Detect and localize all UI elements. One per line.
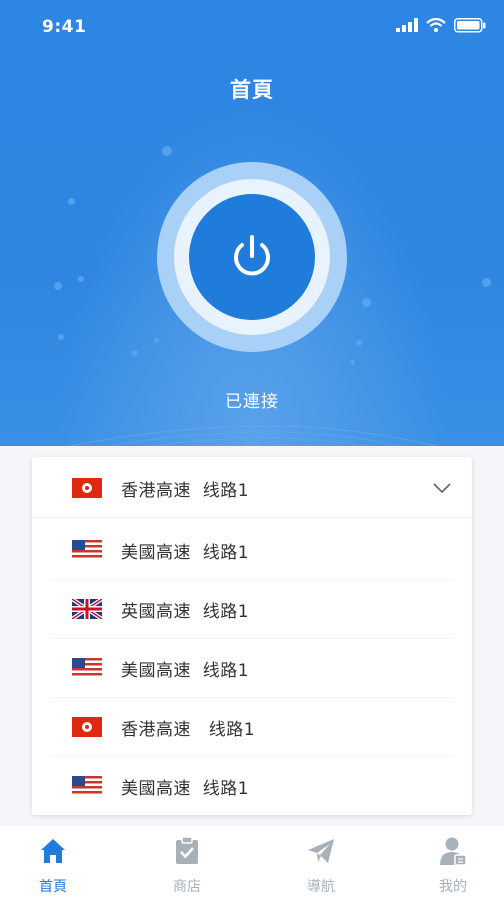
wifi-icon [426, 18, 446, 32]
decor-dot [362, 298, 371, 307]
tab-store[interactable]: 商店 [124, 826, 250, 900]
power-button[interactable] [189, 194, 315, 320]
tab-label: 商店 [173, 879, 201, 895]
server-option-label: 香港高速 线路1 [121, 719, 256, 740]
server-option-label: 英國高速 线路1 [121, 601, 250, 622]
server-select[interactable]: 香港高速 线路1 [32, 459, 472, 518]
server-option[interactable]: 香港高速 线路1 [32, 698, 472, 756]
connection-status: 已連接 [225, 392, 279, 412]
hong-kong-flag [72, 717, 102, 737]
server-option-label: 美國高速 线路1 [121, 542, 250, 563]
hong-kong-flag [72, 478, 102, 498]
tab-navigation[interactable]: 導航 [258, 826, 384, 900]
server-dropdown: 香港高速 线路1 美國高速 线路1 英國高速 线路1 美國高速 线路1 香港高速… [32, 457, 472, 815]
decor-dot [78, 276, 84, 282]
status-icons [396, 15, 486, 35]
decor-dot [154, 338, 159, 343]
chevron-down-icon[interactable] [432, 482, 452, 494]
home-icon [41, 839, 65, 863]
decor-dot [482, 278, 491, 287]
uk-flag [72, 599, 102, 619]
clipboard-icon [176, 836, 198, 864]
decor-dot [350, 360, 355, 365]
server-option[interactable]: 英國高速 线路1 [32, 580, 472, 638]
server-option-label: 美國高速 线路1 [121, 660, 250, 681]
tab-label: 我的 [439, 879, 467, 895]
tab-label: 導航 [307, 879, 335, 895]
tab-bar: 首頁 商店 導航 我的 [0, 826, 504, 900]
status-time: 9:41 [42, 17, 87, 37]
decor-dot [68, 198, 75, 205]
power-icon [234, 235, 270, 276]
decor-dot [54, 282, 62, 290]
page-title: 首頁 [230, 78, 274, 102]
tab-label: 首頁 [39, 879, 67, 895]
tab-home[interactable]: 首頁 [0, 826, 116, 900]
decor-dot [132, 350, 138, 356]
server-option[interactable]: 美國高速 线路1 [32, 639, 472, 697]
decor-dot [356, 340, 362, 346]
decor-dot [162, 146, 172, 156]
hero-section: 9:41 首頁 已連接 [0, 0, 504, 446]
signal-icon [396, 18, 418, 32]
tab-profile[interactable]: 我的 [390, 826, 504, 900]
decor-dot [58, 334, 64, 340]
server-option[interactable]: 美國高速 线路1 [32, 521, 472, 579]
usa-flag [72, 658, 102, 678]
server-select-label: 香港高速 线路1 [121, 480, 250, 501]
battery-icon [454, 17, 486, 32]
server-option[interactable]: 美國高速 线路1 [32, 757, 472, 815]
paper-plane-icon [308, 839, 334, 863]
server-option-label: 美國高速 线路1 [121, 778, 250, 799]
usa-flag [72, 540, 102, 560]
user-icon [440, 837, 467, 866]
usa-flag [72, 776, 102, 796]
